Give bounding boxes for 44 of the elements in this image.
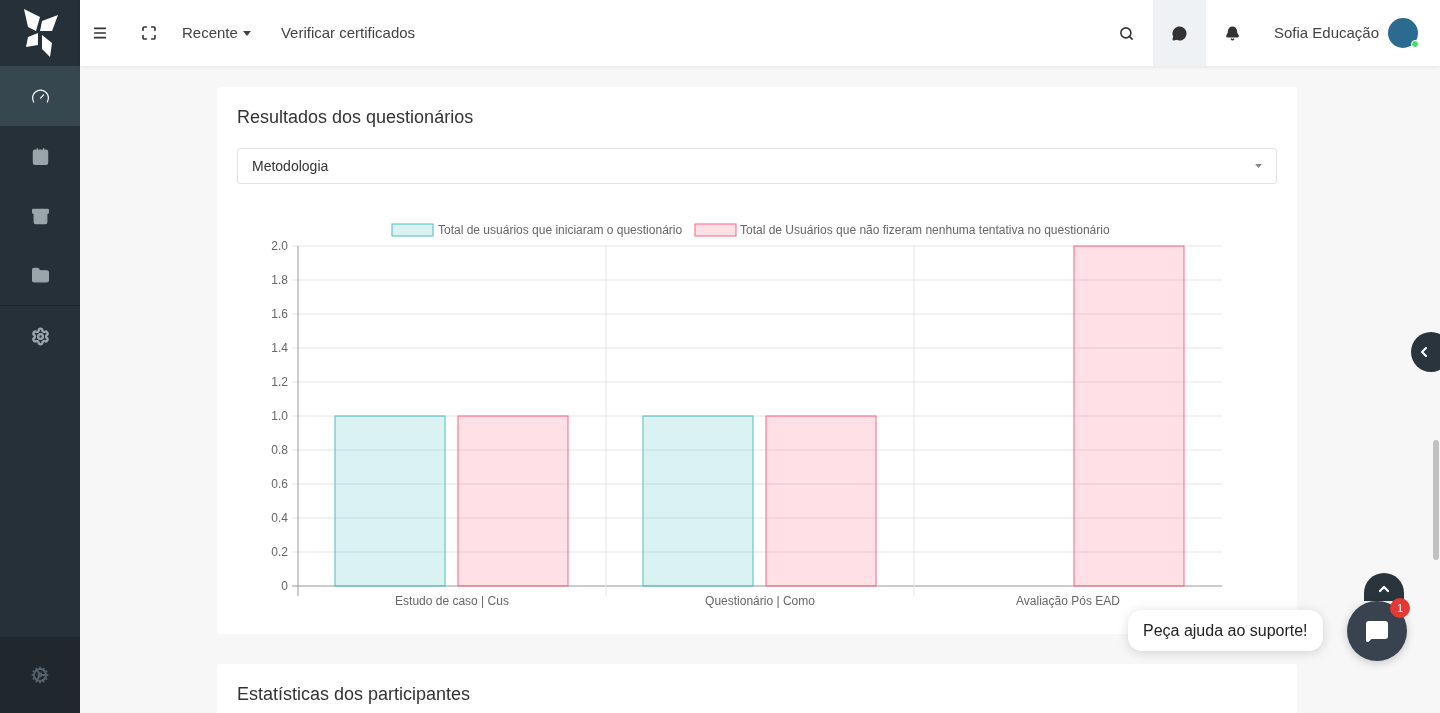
archive-box-icon bbox=[30, 206, 50, 226]
nav-link[interactable]: Verificar certificados bbox=[280, 21, 416, 45]
card-title: Resultados dos questionários bbox=[237, 106, 475, 129]
folder-icon bbox=[30, 266, 50, 285]
cogs-icon bbox=[31, 666, 49, 684]
y-tick-label: 0.8 bbox=[271, 443, 288, 457]
y-tick-label: 1.0 bbox=[271, 409, 288, 423]
x-tick-label: Avaliação Pós EAD bbox=[1016, 594, 1120, 608]
settings-icon bbox=[30, 326, 50, 346]
select-field[interactable]: Metodologia bbox=[237, 148, 1277, 184]
x-tick-label: Estudo de caso | Cus bbox=[395, 594, 509, 608]
y-tick-label: 1.4 bbox=[271, 341, 288, 355]
y-tick-label: 0.2 bbox=[271, 545, 288, 559]
legend-item: Total de Usuários que não fizeram nenhuma tentativa no questionário bbox=[694, 223, 1110, 237]
y-tick-label: 1.6 bbox=[271, 307, 288, 321]
scroll-top-button[interactable] bbox=[1364, 573, 1404, 601]
bell-icon bbox=[1224, 25, 1240, 41]
chat-button[interactable] bbox=[1347, 601, 1407, 661]
caret-icon bbox=[242, 30, 251, 36]
collapse-panel-button[interactable] bbox=[1411, 332, 1440, 372]
y-tick-label: 1.2 bbox=[271, 375, 288, 389]
y-tick-label: 0 bbox=[281, 579, 288, 593]
messages-button[interactable] bbox=[1152, 0, 1206, 66]
calendar-icon bbox=[30, 146, 50, 166]
legend-label: Total de usuários que iniciaram o questionário bbox=[438, 223, 683, 237]
notifications-button[interactable] bbox=[1205, 0, 1259, 66]
search-icon bbox=[1118, 25, 1134, 41]
card-title: Estatísticas dos participantes bbox=[237, 683, 472, 706]
user-name[interactable]: Sofia Educação bbox=[1273, 21, 1379, 45]
legend-item: Total de usuários que iniciaram o questionário bbox=[391, 223, 683, 237]
x-tick-label: Questionário | Como bbox=[705, 594, 815, 608]
fullscreen-button[interactable] bbox=[140, 23, 158, 43]
speech-bubble-icon bbox=[1171, 25, 1187, 41]
caret-icon bbox=[1255, 164, 1262, 168]
y-tick-label: 1.8 bbox=[271, 273, 288, 287]
chat-icon bbox=[1365, 619, 1389, 643]
y-tick-label: 0.4 bbox=[271, 511, 288, 525]
support-bubble[interactable]: Peça ajuda ao suporte! bbox=[1128, 610, 1323, 651]
logo-icon bbox=[22, 9, 58, 57]
notification-badge: 1 bbox=[1390, 598, 1410, 618]
y-tick-label: 0.6 bbox=[271, 477, 288, 491]
nav-link[interactable]: Recente bbox=[182, 21, 251, 45]
avatar-icon[interactable] bbox=[1388, 18, 1418, 48]
y-tick-label: 2.0 bbox=[271, 239, 288, 253]
